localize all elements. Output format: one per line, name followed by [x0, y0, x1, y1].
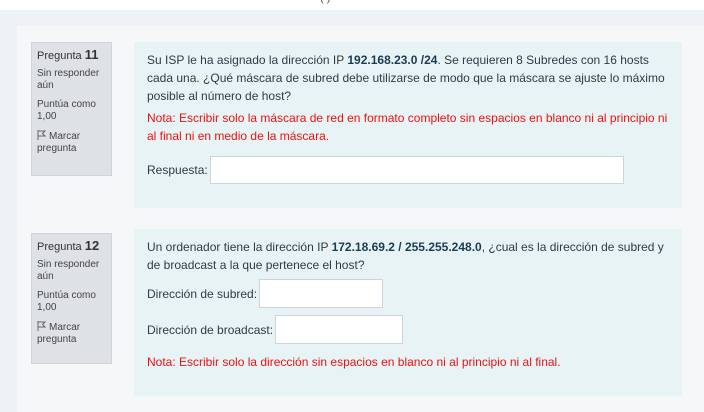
question-content-11: Su ISP le ha asignado la dirección IP 19… [134, 42, 682, 208]
question-info-12: Pregunta 12 Sin responder aún Puntúa com… [31, 233, 112, 364]
subnet-row: Dirección de subred: [147, 279, 668, 308]
broadcast-input[interactable] [275, 315, 404, 344]
question-text: Su ISP le ha asignado la dirección IP 19… [147, 51, 668, 105]
question-note: Nota: Escribir solo la máscara de red en… [147, 111, 668, 143]
question-note: Nota: Escribir solo la dirección sin esp… [147, 355, 561, 369]
question-text: Un ordenador tiene la dirección IP 172.1… [147, 238, 668, 274]
subnet-input[interactable] [259, 279, 384, 308]
question-info-11: Pregunta 11 Sin responder aún Puntúa com… [31, 42, 112, 176]
broadcast-label: Dirección de broadcast: [147, 322, 274, 337]
question-state: Sin responder aún [37, 68, 100, 91]
question-number: Pregunta 11 [37, 48, 111, 63]
flag-icon [37, 130, 46, 140]
question-number: Pregunta 12 [37, 239, 111, 254]
question-grade: Puntúa como 1,00 [37, 290, 96, 313]
subnet-label: Dirección de subred: [147, 286, 258, 301]
answer-row: Respuesta: [147, 156, 668, 184]
question-text-part: Un ordenador tiene la dirección IP [147, 240, 332, 254]
ip-address: 192.168.23.0 /24 [347, 53, 438, 67]
top-strip: ( ) [0, 0, 704, 10]
clipped-heading: ( ) [320, 0, 330, 4]
question-number-prefix: Pregunta [37, 50, 82, 62]
question-grade: Puntúa como 1,00 [37, 99, 96, 122]
answer-input[interactable] [209, 156, 624, 184]
question-number-value: 12 [84, 238, 100, 253]
answer-label: Respuesta: [147, 163, 208, 177]
question-number-prefix: Pregunta [37, 241, 82, 253]
flag-icon [37, 321, 46, 331]
question-state: Sin responder aún [37, 259, 100, 282]
question-text-part: Su ISP le ha asignado la dirección IP [147, 53, 348, 67]
flag-question-link[interactable]: Marcar pregunta [37, 130, 111, 155]
broadcast-row: Dirección de broadcast: [147, 315, 668, 344]
flag-question-link[interactable]: Marcar pregunta [37, 321, 111, 346]
ip-address: 172.18.69.2 / 255.255.248.0 [331, 240, 482, 254]
question-content-12: Un ordenador tiene la dirección IP 172.1… [134, 229, 682, 396]
question-number-value: 11 [84, 47, 99, 62]
